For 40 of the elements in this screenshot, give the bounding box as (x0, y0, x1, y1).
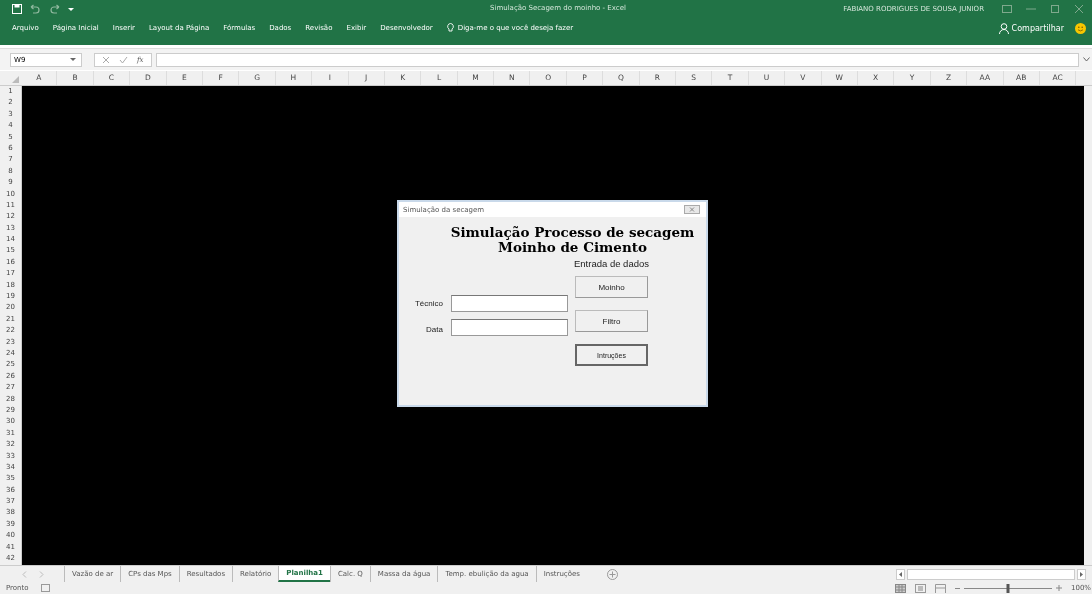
next-sheet-icon[interactable] (39, 570, 44, 578)
undo-icon[interactable] (28, 3, 42, 14)
zoom-slider-thumb[interactable] (1006, 583, 1010, 593)
close-icon[interactable] (684, 205, 700, 214)
horizontal-scrollbar[interactable] (907, 568, 1075, 580)
previous-sheet-icon[interactable] (22, 570, 27, 578)
formula-input[interactable] (155, 52, 1079, 67)
close-icon[interactable] (1074, 4, 1084, 13)
zoom-out-icon[interactable] (955, 586, 960, 590)
dialog-heading: Simulação Processo de secagem (450, 225, 695, 240)
smiley-icon[interactable] (1075, 22, 1086, 34)
page-break-icon[interactable] (935, 583, 946, 593)
redo-icon[interactable] (48, 3, 62, 14)
input-field[interactable] (451, 319, 568, 336)
dialog-button[interactable]: Filtro (575, 310, 648, 332)
scroll-right-icon[interactable] (1077, 568, 1086, 580)
dialog-button[interactable]: Moinho (575, 276, 648, 298)
share-button[interactable]: Compartilhar (1011, 23, 1072, 33)
vertical-scrollbar[interactable] (1084, 86, 1092, 565)
section-label: Entrada de dados (574, 258, 649, 269)
input-field[interactable] (451, 295, 568, 312)
lightbulb-icon (446, 23, 454, 33)
ribbon-display-icon[interactable] (1002, 4, 1012, 13)
add-sheet-icon[interactable] (606, 568, 618, 580)
zoom-in-icon[interactable] (1056, 585, 1062, 591)
select-all-icon[interactable] (12, 76, 19, 83)
dialog-heading: Moinho de Cimento (498, 240, 647, 255)
macro-record-icon[interactable] (40, 584, 50, 592)
field-label: Data (425, 324, 443, 334)
expand-icon[interactable] (1083, 57, 1090, 62)
person-icon (998, 22, 1009, 34)
maximize-icon[interactable] (1050, 4, 1060, 13)
normal-view-icon[interactable] (895, 583, 906, 593)
page-layout-icon[interactable] (915, 583, 926, 593)
save-icon[interactable] (12, 3, 22, 14)
scroll-left-icon[interactable] (896, 568, 905, 580)
field-label: Técnico (414, 299, 443, 308)
dropdown-icon[interactable] (68, 5, 74, 12)
cancel-icon[interactable] (102, 55, 110, 64)
checkmark-icon[interactable] (119, 55, 128, 64)
